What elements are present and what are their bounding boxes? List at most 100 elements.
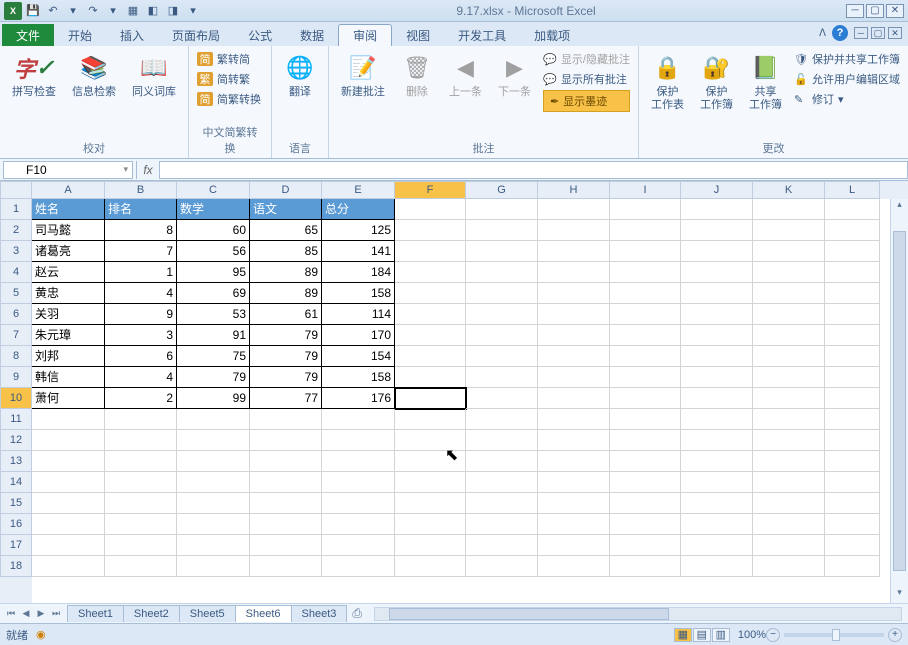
cell-L3[interactable] bbox=[825, 241, 880, 262]
cell-I6[interactable] bbox=[610, 304, 681, 325]
row-header[interactable]: 4 bbox=[0, 262, 32, 283]
cell-F7[interactable] bbox=[395, 325, 466, 346]
cell-L7[interactable] bbox=[825, 325, 880, 346]
row-header[interactable]: 2 bbox=[0, 220, 32, 241]
row-header[interactable]: 9 bbox=[0, 367, 32, 388]
column-header-G[interactable]: G bbox=[466, 181, 538, 199]
minimize-button[interactable]: ─ bbox=[846, 4, 864, 18]
cell-C2[interactable]: 60 bbox=[177, 220, 250, 241]
cell-L13[interactable] bbox=[825, 451, 880, 472]
cell-B16[interactable] bbox=[105, 514, 177, 535]
column-header-D[interactable]: D bbox=[250, 181, 322, 199]
cell-L1[interactable] bbox=[825, 199, 880, 220]
cell-J13[interactable] bbox=[681, 451, 753, 472]
cell-H11[interactable] bbox=[538, 409, 610, 430]
cell-G17[interactable] bbox=[466, 535, 538, 556]
cell-F17[interactable] bbox=[395, 535, 466, 556]
cell-J3[interactable] bbox=[681, 241, 753, 262]
cell-F15[interactable] bbox=[395, 493, 466, 514]
cell-E8[interactable]: 154 bbox=[322, 346, 395, 367]
cell-E13[interactable] bbox=[322, 451, 395, 472]
tab-data[interactable]: 数据 bbox=[286, 24, 338, 46]
horizontal-scrollbar[interactable] bbox=[374, 607, 902, 621]
cell-D15[interactable] bbox=[250, 493, 322, 514]
cell-D3[interactable]: 85 bbox=[250, 241, 322, 262]
doc-restore-button[interactable]: ▢ bbox=[871, 27, 885, 39]
cell-E3[interactable]: 141 bbox=[322, 241, 395, 262]
cell-L16[interactable] bbox=[825, 514, 880, 535]
column-header-H[interactable]: H bbox=[538, 181, 610, 199]
cell-B1[interactable]: 排名 bbox=[105, 199, 177, 220]
row-header[interactable]: 17 bbox=[0, 535, 32, 556]
cell-A18[interactable] bbox=[32, 556, 105, 577]
cell-J18[interactable] bbox=[681, 556, 753, 577]
cell-C14[interactable] bbox=[177, 472, 250, 493]
redo-icon[interactable]: ↷ bbox=[84, 2, 102, 20]
cells-grid[interactable]: 姓名排名数学语文总分司马懿86065125诸葛亮75685141赵云195891… bbox=[32, 199, 890, 603]
cell-B15[interactable] bbox=[105, 493, 177, 514]
sheet-tab[interactable]: Sheet3 bbox=[291, 605, 348, 622]
cell-L11[interactable] bbox=[825, 409, 880, 430]
cell-A10[interactable]: 萧何 bbox=[32, 388, 105, 409]
cell-D4[interactable]: 89 bbox=[250, 262, 322, 283]
cell-F10[interactable] bbox=[395, 388, 466, 409]
cell-D17[interactable] bbox=[250, 535, 322, 556]
cell-D6[interactable]: 61 bbox=[250, 304, 322, 325]
cell-C5[interactable]: 69 bbox=[177, 283, 250, 304]
cell-F2[interactable] bbox=[395, 220, 466, 241]
cell-C11[interactable] bbox=[177, 409, 250, 430]
cell-D10[interactable]: 77 bbox=[250, 388, 322, 409]
cell-L6[interactable] bbox=[825, 304, 880, 325]
cell-F16[interactable] bbox=[395, 514, 466, 535]
new-sheet-button[interactable]: ⎙ bbox=[346, 606, 368, 621]
cell-C17[interactable] bbox=[177, 535, 250, 556]
cell-I3[interactable] bbox=[610, 241, 681, 262]
cell-H9[interactable] bbox=[538, 367, 610, 388]
cell-G8[interactable] bbox=[466, 346, 538, 367]
help-icon[interactable]: ? bbox=[832, 25, 848, 41]
minimize-ribbon-icon[interactable]: ᐱ bbox=[819, 28, 826, 39]
cell-I13[interactable] bbox=[610, 451, 681, 472]
cell-D18[interactable] bbox=[250, 556, 322, 577]
cell-H7[interactable] bbox=[538, 325, 610, 346]
vertical-scrollbar[interactable]: ▴ ▾ bbox=[890, 199, 908, 603]
protect-workbook-button[interactable]: 🔐 保护 工作簿 bbox=[696, 50, 737, 114]
row-header[interactable]: 18 bbox=[0, 556, 32, 577]
translate-button[interactable]: 🌐 翻译 bbox=[280, 50, 320, 101]
cell-A17[interactable] bbox=[32, 535, 105, 556]
spelling-button[interactable]: 字✓ 拼写检查 bbox=[8, 50, 60, 101]
cell-B5[interactable]: 4 bbox=[105, 283, 177, 304]
cell-A13[interactable] bbox=[32, 451, 105, 472]
qat-customize-icon[interactable]: ▾ bbox=[184, 2, 202, 20]
cell-A15[interactable] bbox=[32, 493, 105, 514]
cell-J17[interactable] bbox=[681, 535, 753, 556]
cell-J14[interactable] bbox=[681, 472, 753, 493]
cell-G18[interactable] bbox=[466, 556, 538, 577]
cell-G14[interactable] bbox=[466, 472, 538, 493]
cell-I17[interactable] bbox=[610, 535, 681, 556]
row-header[interactable]: 1 bbox=[0, 199, 32, 220]
track-changes-button[interactable]: ✎修订 ▾ bbox=[794, 90, 900, 108]
cell-A9[interactable]: 韩信 bbox=[32, 367, 105, 388]
cell-H16[interactable] bbox=[538, 514, 610, 535]
cell-C8[interactable]: 75 bbox=[177, 346, 250, 367]
cell-C13[interactable] bbox=[177, 451, 250, 472]
cell-I14[interactable] bbox=[610, 472, 681, 493]
cell-E9[interactable]: 158 bbox=[322, 367, 395, 388]
cell-E4[interactable]: 184 bbox=[322, 262, 395, 283]
cell-A12[interactable] bbox=[32, 430, 105, 451]
cell-K17[interactable] bbox=[753, 535, 825, 556]
cell-L10[interactable] bbox=[825, 388, 880, 409]
sheet-nav-next[interactable]: ▶ bbox=[34, 608, 48, 619]
row-header[interactable]: 15 bbox=[0, 493, 32, 514]
tab-pagelayout[interactable]: 页面布局 bbox=[158, 24, 234, 46]
cell-E2[interactable]: 125 bbox=[322, 220, 395, 241]
cell-G3[interactable] bbox=[466, 241, 538, 262]
cell-A8[interactable]: 刘邦 bbox=[32, 346, 105, 367]
cell-G5[interactable] bbox=[466, 283, 538, 304]
column-header-J[interactable]: J bbox=[681, 181, 753, 199]
cell-G2[interactable] bbox=[466, 220, 538, 241]
cell-K7[interactable] bbox=[753, 325, 825, 346]
cell-H5[interactable] bbox=[538, 283, 610, 304]
cell-H18[interactable] bbox=[538, 556, 610, 577]
